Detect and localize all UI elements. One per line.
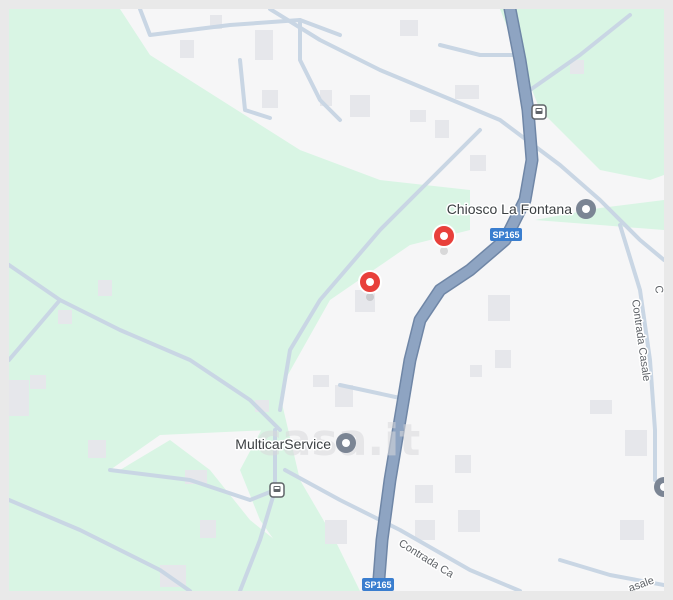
building bbox=[415, 520, 435, 540]
building bbox=[98, 280, 112, 296]
building bbox=[313, 375, 329, 387]
poi-label: MulticarService bbox=[235, 436, 331, 452]
map-pin-shadow bbox=[366, 293, 374, 301]
building bbox=[88, 440, 106, 458]
poi-dot-inner bbox=[582, 205, 590, 213]
bus-icon[interactable] bbox=[269, 482, 285, 498]
building bbox=[625, 430, 647, 456]
building bbox=[30, 375, 46, 389]
building bbox=[458, 510, 480, 532]
poi-label: Chiosco La Fontana bbox=[447, 201, 573, 217]
building bbox=[435, 120, 449, 138]
map-canvas[interactable]: SP165 SP165 Contrada Casale Contrada Ca … bbox=[9, 9, 664, 591]
map-pin-dot bbox=[366, 278, 374, 286]
building bbox=[9, 380, 29, 416]
building bbox=[455, 455, 471, 473]
road-shield-label: SP165 bbox=[492, 230, 519, 240]
building bbox=[620, 520, 644, 540]
road-shield-label: SP165 bbox=[364, 580, 391, 590]
map-pin-shadow bbox=[440, 247, 448, 255]
sp165-shield-south: SP165 bbox=[362, 578, 394, 591]
building bbox=[488, 295, 510, 321]
edge-road-label: C bbox=[652, 285, 664, 295]
building bbox=[200, 520, 216, 538]
sp165-shield-north: SP165 bbox=[490, 228, 522, 241]
map-pin-dot bbox=[440, 232, 448, 240]
building bbox=[470, 155, 486, 171]
building bbox=[470, 365, 482, 377]
building bbox=[455, 85, 479, 99]
building bbox=[180, 40, 194, 58]
building bbox=[58, 310, 72, 324]
building bbox=[415, 485, 433, 503]
poi-dot-inner bbox=[342, 439, 350, 447]
map-frame[interactable]: SP165 SP165 Contrada Casale Contrada Ca … bbox=[0, 0, 673, 600]
building bbox=[400, 20, 418, 36]
building bbox=[255, 30, 273, 60]
bus-icon[interactable] bbox=[531, 104, 547, 120]
building bbox=[325, 520, 347, 544]
building bbox=[410, 110, 426, 122]
building bbox=[350, 95, 370, 117]
bus-glyph-window bbox=[274, 487, 280, 489]
bus-glyph-window bbox=[536, 109, 542, 111]
building bbox=[495, 350, 511, 368]
building bbox=[590, 400, 612, 414]
building bbox=[262, 90, 278, 108]
